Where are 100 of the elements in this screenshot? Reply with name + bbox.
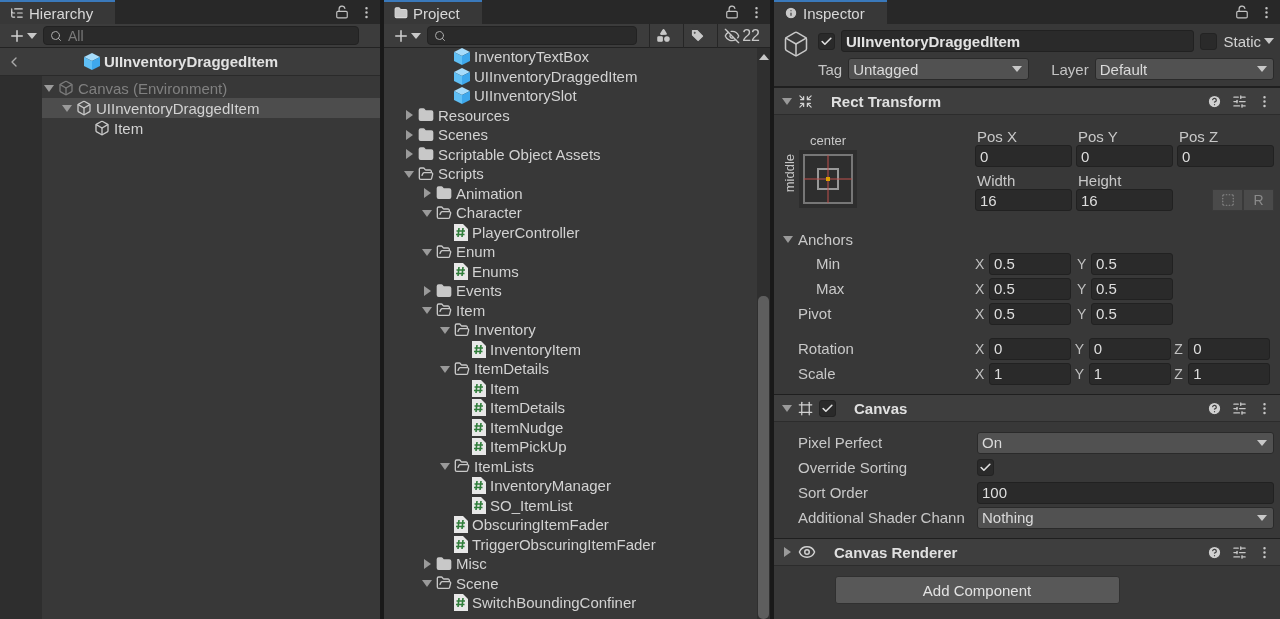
triangle-icon[interactable] bbox=[422, 246, 432, 257]
asset-name[interactable]: UIInventorySlot bbox=[474, 87, 577, 105]
scroll-up-icon[interactable] bbox=[758, 54, 769, 60]
asset-name[interactable]: ItemDetails bbox=[490, 399, 566, 417]
asset-name[interactable]: ItemPickUp bbox=[490, 438, 567, 456]
field-label: Pos Z bbox=[1178, 127, 1220, 145]
number-field[interactable]: 0 bbox=[989, 337, 1071, 360]
number-field[interactable]: 0 bbox=[1088, 337, 1171, 360]
asset-name[interactable]: Scene bbox=[456, 574, 499, 592]
number-field[interactable]: 0 bbox=[1076, 145, 1173, 167]
asset-name[interactable]: Enum bbox=[456, 243, 496, 261]
property-checkbox[interactable] bbox=[977, 459, 994, 476]
asset-name[interactable]: Item bbox=[456, 301, 486, 319]
presets-icon[interactable] bbox=[1232, 93, 1247, 109]
open-folder-icon bbox=[436, 575, 452, 592]
presets-icon[interactable] bbox=[1232, 544, 1247, 560]
asset-name[interactable]: Scripts bbox=[438, 165, 484, 183]
lock-icon[interactable] bbox=[335, 5, 349, 19]
blueprint-mode-button[interactable] bbox=[1212, 189, 1243, 211]
number-field[interactable]: 0 bbox=[1177, 145, 1274, 167]
help-icon[interactable] bbox=[1207, 93, 1222, 109]
asset-name[interactable]: Enums bbox=[472, 262, 519, 280]
help-icon[interactable] bbox=[1207, 400, 1222, 416]
number-field[interactable]: 0 bbox=[1188, 337, 1271, 360]
script-file-icon bbox=[472, 438, 486, 456]
triangle-icon[interactable] bbox=[422, 207, 432, 218]
triangle-icon[interactable] bbox=[422, 558, 432, 569]
open-folder-icon bbox=[454, 360, 470, 377]
number-field[interactable]: 16 bbox=[975, 189, 1072, 211]
number-field[interactable]: 16 bbox=[1076, 189, 1173, 211]
triangle-icon[interactable] bbox=[782, 547, 792, 557]
asset-name[interactable]: Scenes bbox=[438, 126, 489, 144]
asset-name[interactable]: Scriptable Object Assets bbox=[438, 145, 601, 163]
asset-name[interactable]: Character bbox=[456, 204, 522, 222]
number-field[interactable]: 0.5 bbox=[989, 252, 1071, 275]
asset-name[interactable]: InventoryManager bbox=[490, 477, 611, 495]
asset-name[interactable]: ObscuringItemFader bbox=[472, 516, 609, 534]
triangle-icon[interactable] bbox=[422, 578, 432, 589]
lock-icon[interactable] bbox=[725, 5, 739, 19]
project-tab[interactable]: Project bbox=[384, 0, 482, 24]
help-icon[interactable] bbox=[1207, 544, 1222, 560]
number-field[interactable]: 0.5 bbox=[1091, 277, 1173, 300]
triangle-icon[interactable] bbox=[440, 461, 450, 472]
inspector-tab[interactable]: Inspector bbox=[774, 0, 887, 24]
number-field[interactable]: 0.5 bbox=[989, 302, 1071, 325]
triangle-icon[interactable] bbox=[782, 96, 792, 106]
static-dropdown[interactable]: Static bbox=[1223, 32, 1274, 50]
asset-name[interactable]: TriggerObscuringItemFader bbox=[472, 535, 656, 553]
anchor-presets-button[interactable] bbox=[799, 149, 857, 208]
asset-name[interactable]: Events bbox=[456, 282, 502, 300]
asset-name[interactable]: Resources bbox=[438, 106, 510, 124]
tag-dropdown[interactable]: Untagged bbox=[848, 58, 1030, 80]
property-dropdown[interactable]: On bbox=[977, 431, 1274, 454]
triangle-icon[interactable] bbox=[404, 129, 414, 140]
lock-icon[interactable] bbox=[1235, 5, 1249, 19]
asset-name[interactable]: SO_ItemList bbox=[490, 496, 573, 514]
number-field[interactable]: 1 bbox=[1188, 362, 1271, 385]
hierarchy-tab[interactable]: Hierarchy bbox=[0, 0, 116, 24]
asset-name[interactable]: Inventory bbox=[474, 321, 536, 339]
triangle-icon[interactable] bbox=[440, 363, 450, 374]
property-dropdown[interactable]: Nothing bbox=[977, 506, 1274, 529]
number-field[interactable]: 100 bbox=[977, 481, 1274, 504]
triangle-icon[interactable] bbox=[782, 403, 792, 413]
caret-icon bbox=[27, 32, 37, 39]
triangle-icon[interactable] bbox=[422, 285, 432, 296]
object-name-field[interactable]: UIInventoryDraggedItem bbox=[841, 30, 1195, 52]
asset-name[interactable]: ItemLists bbox=[474, 457, 534, 475]
asset-name[interactable]: UIInventoryDraggedItem bbox=[474, 67, 638, 85]
asset-name[interactable]: ItemNudge bbox=[490, 418, 564, 436]
scrollbar-thumb[interactable] bbox=[758, 296, 769, 619]
asset-name[interactable]: PlayerController bbox=[472, 223, 580, 241]
number-field[interactable]: 0 bbox=[975, 145, 1072, 167]
number-field[interactable]: 1 bbox=[989, 362, 1071, 385]
add-component-button[interactable]: Add Component bbox=[834, 576, 1120, 604]
asset-name[interactable]: InventoryItem bbox=[490, 340, 581, 358]
number-field[interactable]: 1 bbox=[1088, 362, 1171, 385]
asset-name[interactable]: Item bbox=[490, 379, 520, 397]
triangle-icon[interactable] bbox=[404, 110, 414, 121]
number-field[interactable]: 0.5 bbox=[1091, 302, 1173, 325]
active-checkbox[interactable] bbox=[818, 32, 835, 50]
number-field[interactable]: 0.5 bbox=[1091, 252, 1173, 275]
script-file-icon bbox=[472, 496, 486, 514]
triangle-icon[interactable] bbox=[440, 324, 450, 335]
triangle-icon[interactable] bbox=[404, 168, 414, 179]
triangle-icon[interactable] bbox=[422, 188, 432, 199]
triangle-icon[interactable] bbox=[783, 234, 793, 244]
asset-name[interactable]: InventoryTextBox bbox=[474, 48, 590, 66]
asset-name[interactable]: Animation bbox=[456, 184, 523, 202]
hidden-packages-button[interactable]: 22 bbox=[717, 23, 766, 48]
triangle-icon[interactable] bbox=[404, 149, 414, 160]
asset-name[interactable]: Misc bbox=[456, 555, 487, 573]
layer-dropdown[interactable]: Default bbox=[1094, 58, 1274, 80]
scrollbar[interactable] bbox=[757, 48, 770, 619]
presets-icon[interactable] bbox=[1232, 400, 1247, 416]
asset-name[interactable]: SwitchBoundingConfiner bbox=[472, 594, 637, 612]
triangle-icon[interactable] bbox=[422, 305, 432, 316]
cube-icon[interactable] bbox=[782, 30, 810, 58]
enable-checkbox[interactable] bbox=[819, 399, 836, 417]
number-field[interactable]: 0.5 bbox=[989, 277, 1071, 300]
asset-name[interactable]: ItemDetails bbox=[474, 360, 550, 378]
